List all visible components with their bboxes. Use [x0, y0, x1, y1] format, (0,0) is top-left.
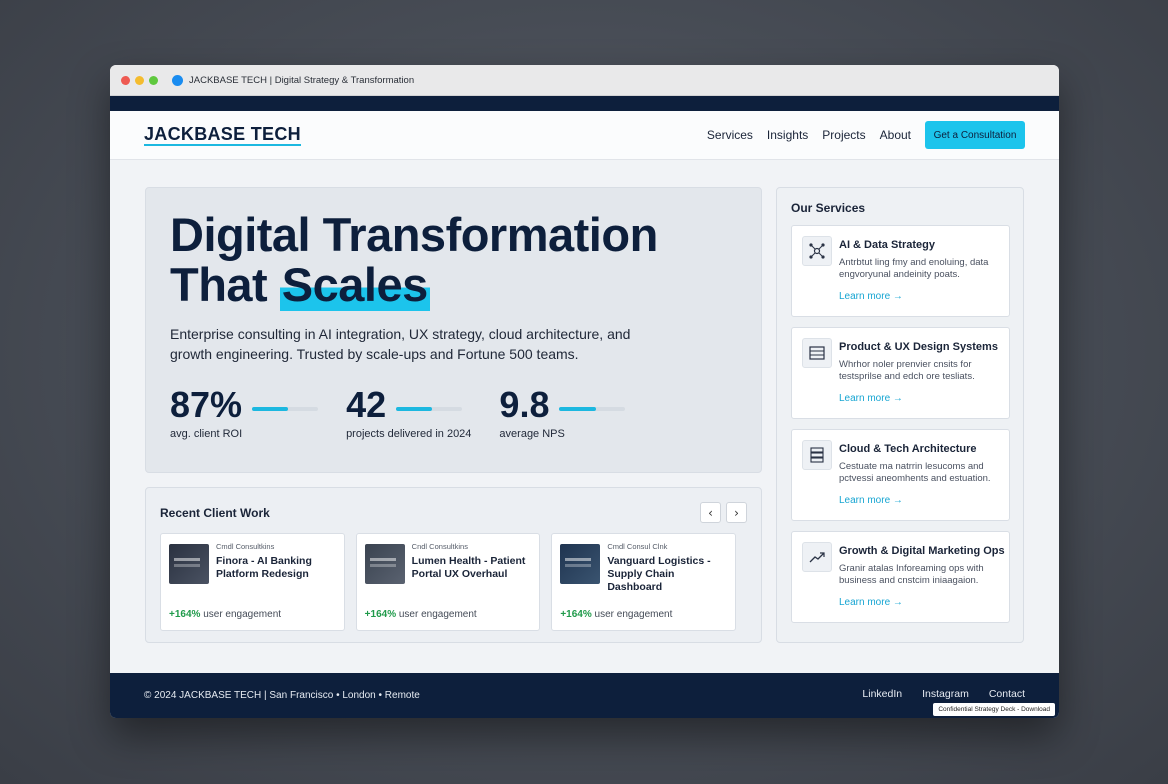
service-name: AI & Data Strategy: [839, 239, 935, 251]
service-card-ai-data[interactable]: AI & Data Strategy Antrbtut ling fmy and…: [791, 225, 1010, 317]
close-window-icon[interactable]: [121, 75, 130, 85]
confidential-download-button[interactable]: Confidential Strategy Deck - Download: [933, 703, 1055, 716]
maximize-window-icon[interactable]: [149, 75, 158, 85]
service-card-growth[interactable]: Growth & Digital Marketing Ops Granir at…: [791, 531, 1010, 623]
case-thumbnail: [169, 544, 209, 584]
service-name: Cloud & Tech Architecture: [839, 443, 977, 455]
stat-progress-fill: [559, 407, 596, 411]
learn-more-link[interactable]: Learn more →: [839, 597, 903, 608]
minimize-window-icon[interactable]: [135, 75, 144, 85]
case-name: Finora - AI Banking Platform Redesign: [216, 555, 312, 580]
recent-work-cards: Cmdl Consultkins Finora - AI Banking Pla…: [160, 533, 747, 631]
case-thumbnail: [364, 544, 405, 584]
hero-subtitle: Enterprise consulting in AI integration,…: [170, 326, 631, 362]
case-category: Cndl Consultkins: [411, 542, 468, 551]
learn-more-link[interactable]: Learn more →: [839, 291, 903, 302]
get-consultation-button[interactable]: Get a Consultation: [925, 121, 1025, 149]
stat-progress-fill: [252, 407, 289, 411]
trend-icon: [802, 542, 832, 572]
recent-work-section: Recent Client Work ‹ › Cmdl Consultkins …: [145, 487, 762, 643]
footer-links: LinkedIn Instagram Contact: [842, 688, 1025, 700]
footer-link-linkedin[interactable]: LinkedIn: [862, 688, 902, 700]
service-description: Antrbtut ling fmy and enoluing, data eng…: [839, 257, 989, 280]
case-metric-label: user engagement: [591, 609, 673, 620]
nav-projects[interactable]: Projects: [822, 128, 865, 142]
case-name: Lumen Health - Patient Portal UX Overhau…: [411, 555, 526, 580]
hero-title-line2: That Scales: [170, 258, 737, 311]
case-category: Cmdl Consultkins: [216, 542, 275, 551]
case-metric: +164% user engagement: [560, 609, 672, 620]
service-description: Cestuate ma natrrin lesucoms and pctvess…: [839, 461, 991, 484]
browser-window: JACKBASE TECH | Digital Strategy & Trans…: [110, 65, 1059, 718]
stat-value: 42: [346, 384, 387, 425]
server-icon: [802, 440, 832, 470]
hero-title-line2-pre: That: [170, 258, 280, 311]
service-description: Granir atalas Inforeaming ops with busin…: [839, 563, 984, 586]
site-footer: © 2024 JACKBASE TECH | San Francisco • L…: [110, 673, 1059, 718]
case-category: Cmdl Consul Clnk: [607, 542, 668, 551]
case-metric-value: +164%: [169, 609, 201, 620]
case-study-card-lumen[interactable]: Cndl Consultkins Lumen Health - Patient …: [355, 533, 541, 631]
footer-copyright: © 2024 JACKBASE TECH | San Francisco • L…: [144, 690, 420, 701]
case-study-card-finora[interactable]: Cmdl Consultkins Finora - AI Banking Pla…: [160, 533, 345, 631]
stat-nps: 9.8 average NPS: [499, 384, 626, 440]
services-title: Our Services: [791, 201, 866, 215]
browser-titlebar: JACKBASE TECH | Digital Strategy & Trans…: [110, 65, 1059, 96]
hero-title-highlight: Scales: [279, 258, 430, 311]
top-band: [110, 96, 1059, 111]
case-metric-value: +164%: [364, 609, 397, 620]
hero-section: Digital Transformation That Scales Enter…: [145, 187, 762, 473]
favicon-icon: [172, 74, 183, 86]
footer-link-contact[interactable]: Contact: [989, 688, 1025, 700]
service-description: Whrhor noler prenvier cnsits for testspr…: [839, 359, 975, 382]
carousel-prev-button[interactable]: ‹: [700, 502, 721, 523]
site-header: JACKBASE TECH Services Insights Projects…: [110, 111, 1059, 160]
footer-link-instagram[interactable]: Instagram: [922, 688, 969, 700]
case-metric: +164% user engagement: [365, 609, 477, 620]
case-metric-label: user engagement: [396, 609, 477, 620]
stat-progress-bar: [559, 407, 626, 411]
stat-progress-bar: [252, 407, 319, 411]
case-name: Vanguard Logistics - Supply Chain Dashbo…: [607, 555, 711, 593]
services-panel: Our Services AI & Data Strategy Antrbtut…: [776, 187, 1024, 643]
case-thumbnail: [560, 544, 601, 584]
stat-roi: 87% avg. client ROI: [170, 384, 319, 440]
recent-work-title: Recent Client Work: [160, 505, 270, 520]
case-study-card-vanguard[interactable]: Cmdl Consul Clnk Vanguard Logistics - Su…: [551, 533, 737, 631]
stat-value: 9.8: [499, 384, 550, 425]
tab-title[interactable]: JACKBASE TECH | Digital Strategy & Trans…: [189, 75, 414, 86]
stat-label: projects delivered in 2024: [346, 428, 472, 440]
hero-title: Digital Transformation That Scales: [170, 208, 737, 311]
learn-more-link[interactable]: Learn more →: [839, 495, 903, 506]
case-metric-value: +164%: [560, 609, 592, 620]
main-nav: Services Insights Projects About Get a C…: [693, 121, 1025, 149]
nav-about[interactable]: About: [880, 128, 911, 142]
service-name: Product & UX Design Systems: [839, 341, 998, 353]
nav-services[interactable]: Services: [707, 128, 753, 142]
stat-progress-bar: [396, 407, 463, 411]
hero-title-line1: Digital Transformation: [170, 208, 658, 261]
stat-value: 87%: [170, 384, 243, 425]
nav-insights[interactable]: Insights: [767, 128, 808, 142]
stat-label: average NPS: [499, 428, 565, 440]
layout-icon: [802, 338, 832, 368]
service-name: Growth & Digital Marketing Ops: [839, 545, 1005, 557]
stat-progress-fill: [396, 407, 433, 411]
main-content: Digital Transformation That Scales Enter…: [110, 160, 1059, 672]
stat-projects: 42 projects delivered in 2024: [346, 384, 472, 441]
service-card-ux-design[interactable]: Product & UX Design Systems Whrhor noler…: [791, 327, 1010, 419]
hero-stats: 87% avg. client ROI 42 projects delivere…: [170, 386, 737, 440]
network-icon: [802, 236, 832, 266]
stat-label: avg. client ROI: [170, 428, 243, 440]
case-metric-label: user engagement: [200, 609, 282, 620]
carousel-next-button[interactable]: ›: [726, 502, 747, 523]
logo[interactable]: JACKBASE TECH: [144, 125, 301, 146]
learn-more-link[interactable]: Learn more →: [839, 393, 903, 404]
case-metric: +164% user engagement: [169, 609, 281, 620]
service-card-cloud[interactable]: Cloud & Tech Architecture Cestuate ma na…: [791, 429, 1010, 521]
